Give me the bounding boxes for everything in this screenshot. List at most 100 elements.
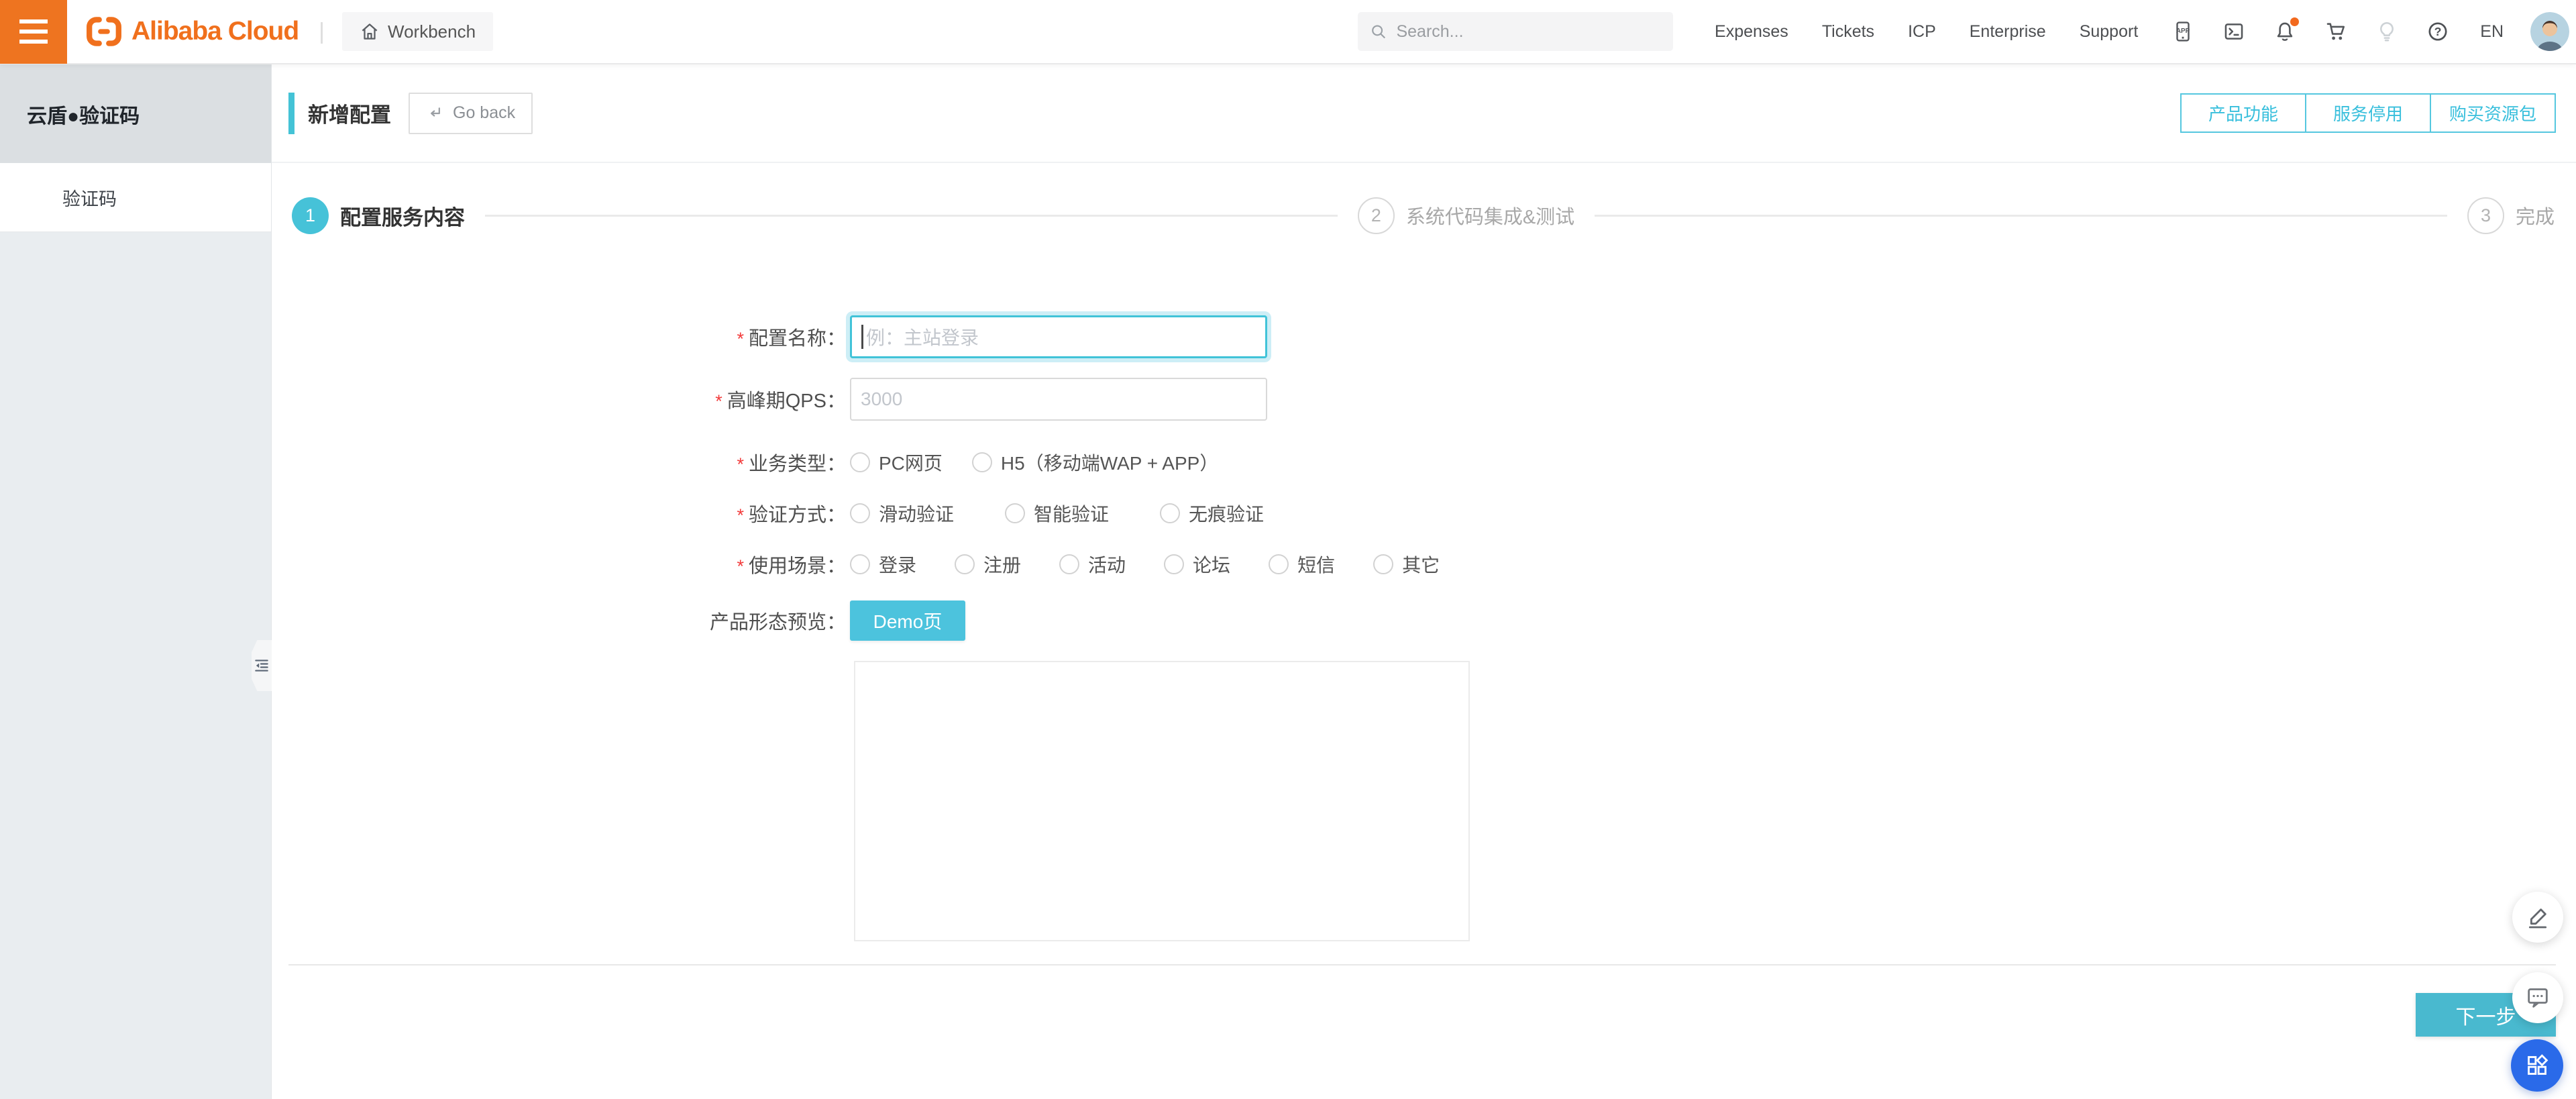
radio-forum[interactable]: 论坛 [1164,551,1230,578]
business-type-label: * 业务类型： [737,454,846,475]
go-back-button[interactable]: Go back [409,92,533,134]
scene-row: * 使用场景： 登录 注册 活动 论坛 短信 其它 [272,550,2576,578]
radio-circle [1160,503,1181,523]
outdent-icon [255,660,268,672]
text-caret [861,325,863,349]
header-action-buttons: 产品功能 服务停用 购买资源包 [2180,93,2556,133]
sidebar-item-captcha[interactable]: 验证码 [0,163,271,232]
shopping-cart-icon[interactable] [2324,20,2347,43]
required-asterisk: * [737,556,744,576]
radio-smart-verify[interactable]: 智能验证 [1005,500,1109,527]
title-accent-bar [288,92,294,134]
divider: | [319,18,325,44]
verify-method-label: * 验证方式： [737,505,846,526]
scene-label: * 使用场景： [737,556,846,577]
search-input[interactable] [1396,21,1662,42]
disable-service-button[interactable]: 服务停用 [2305,93,2431,133]
bottom-divider [288,964,2556,965]
preview-label: 产品形态预览： [709,612,846,633]
radio-h5[interactable]: H5（移动端WAP + APP） [971,449,1218,476]
demo-page-button[interactable]: Demo页 [850,600,965,641]
qps-input[interactable]: 3000 [850,378,1267,421]
svg-text:?: ? [2434,25,2442,38]
preview-row: 产品形态预览： Demo页 [272,600,2576,641]
config-name-row: * 配置名称： 例：主站登录 [272,315,2576,358]
top-navigation-bar: Alibaba Cloud | Workbench Expenses Ticke… [0,0,2576,64]
radio-circle [1269,554,1289,574]
radio-register[interactable]: 注册 [955,551,1021,578]
qps-row: * 高峰期QPS： 3000 [272,378,2576,421]
page-title: 新增配置 [308,103,391,127]
hamburger-menu-icon[interactable] [0,0,67,64]
main-content: 新增配置 Go back 产品功能 服务停用 购买资源包 1 配置服务内容 2 … [272,64,2576,1099]
alibaba-cloud-logo-icon [87,17,121,46]
step-1-configure: 1 配置服务内容 [292,197,465,234]
radio-pc-web[interactable]: PC网页 [850,449,943,476]
required-asterisk: * [737,328,744,349]
radio-circle [955,554,975,574]
feedback-edit-button[interactable] [2512,892,2563,943]
sidebar-collapse-handle[interactable] [252,640,272,691]
sidebar: 云盾●验证码 验证码 [0,64,272,1099]
business-type-options: PC网页 H5（移动端WAP + APP） [850,449,1218,476]
required-asterisk: * [737,454,744,474]
required-asterisk: * [715,390,722,411]
apps-grid-button[interactable] [2511,1039,2563,1092]
config-name-label: * 配置名称： [737,328,846,350]
console-icon[interactable] [2222,20,2245,43]
config-name-input[interactable]: 例：主站登录 [850,315,1267,358]
buy-resource-pack-button[interactable]: 购买资源包 [2430,93,2556,133]
radio-circle [850,554,870,574]
radio-circle [850,503,870,523]
notification-dot [2290,17,2300,26]
help-icon[interactable]: ? [2426,20,2449,43]
radio-slide-verify[interactable]: 滑动验证 [850,500,954,527]
pencil-icon [2528,908,2547,929]
radio-other[interactable]: 其它 [1373,551,1440,578]
radio-activity[interactable]: 活动 [1059,551,1126,578]
notifications-bell-icon[interactable] [2273,17,2300,43]
step-2-label: 系统代码集成&测试 [1405,207,1575,228]
radio-sms[interactable]: 短信 [1269,551,1335,578]
required-asterisk: * [737,505,744,525]
step-connector [1595,214,2447,217]
lightbulb-icon[interactable] [2375,20,2398,43]
top-link-expenses[interactable]: Expenses [1715,22,1788,42]
verify-method-options: 滑动验证 智能验证 无痕验证 [850,500,1264,527]
top-link-tickets[interactable]: Tickets [1822,22,1874,42]
business-type-row: * 业务类型： PC网页 H5（移动端WAP + APP） [272,448,2576,476]
sidebar-product-title: 云盾●验证码 [0,64,271,163]
product-features-button[interactable]: 产品功能 [2180,93,2306,133]
top-link-icp[interactable]: ICP [1908,22,1936,42]
chat-bubble-icon [2528,988,2548,1008]
radio-circle [971,452,992,472]
mobile-app-icon[interactable]: APP [2171,20,2194,43]
step-3-circle: 3 [2467,197,2504,234]
workbench-button[interactable]: Workbench [342,12,494,51]
return-arrow-icon [431,107,440,117]
search-icon [1372,25,1386,39]
radio-circle [1059,554,1080,574]
apps-grid-icon [2528,1054,2548,1075]
demo-preview-box [854,661,1470,941]
logo-text: Alibaba Cloud [131,17,299,46]
top-link-enterprise[interactable]: Enterprise [1970,22,2046,42]
global-search[interactable] [1358,12,1674,51]
step-connector [485,214,1338,217]
radio-login[interactable]: 登录 [850,551,916,578]
step-3-label: 完成 [2516,207,2555,228]
top-icon-group: APP ? [2171,17,2449,43]
top-links: Expenses Tickets ICP Enterprise Support [1715,22,2138,42]
home-icon [362,23,378,40]
verify-method-row: * 验证方式： 滑动验证 智能验证 无痕验证 [272,499,2576,527]
step-2-integration: 2 系统代码集成&测试 [1357,197,1575,234]
language-selector[interactable]: EN [2480,22,2504,42]
radio-invisible-verify[interactable]: 无痕验证 [1160,500,1264,527]
chat-support-button[interactable] [2512,972,2563,1023]
qps-label: * 高峰期QPS： [715,390,846,412]
user-avatar[interactable] [2530,12,2569,51]
top-link-support[interactable]: Support [2080,22,2139,42]
step-2-circle: 2 [1357,197,1395,234]
alibaba-cloud-logo[interactable]: Alibaba Cloud [86,16,299,47]
page-header: 新增配置 Go back 产品功能 服务停用 购买资源包 [272,64,2576,163]
